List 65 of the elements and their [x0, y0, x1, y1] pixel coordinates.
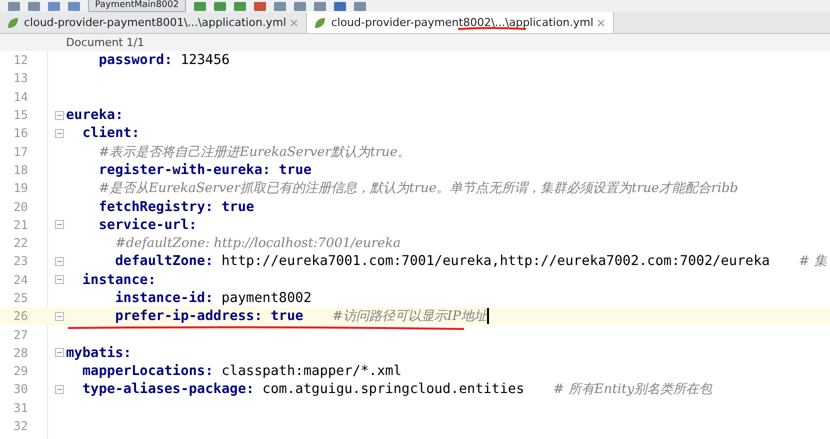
yaml-value: com.atguigu.springcloud.entities [262, 381, 524, 398]
line-number: 30 [12, 382, 29, 396]
line-number: 17 [12, 144, 29, 159]
breadcrumb: Document 1/1 [66, 36, 144, 49]
code-comment: # 所有Entity别名类所在包 [553, 381, 712, 398]
yaml-value: classpath:mapper/*.xml [221, 363, 402, 380]
fold-marker-icon[interactable] [54, 110, 64, 120]
yaml-key: client: [82, 125, 140, 142]
line-number: 31 [12, 400, 29, 415]
line-number: 21 [12, 218, 29, 232]
code-comment: #表示是否将自己注册进EurekaServer默认为true。 [98, 144, 411, 161]
yaml-key: mybatis: [66, 344, 132, 361]
yaml-key: instance-id: [115, 290, 214, 306]
fold-marker-icon[interactable] [54, 312, 64, 321]
yaml-key: service-url: [98, 216, 197, 233]
yaml-key: fetchRegistry: [98, 198, 214, 215]
line-number: 23 [12, 254, 29, 268]
fold-marker-icon[interactable] [54, 128, 64, 138]
fold-marker-icon[interactable] [54, 220, 64, 230]
line-number: 29 [12, 364, 29, 378]
line-number: 19 [12, 181, 29, 196]
yaml-value: 123456 [180, 52, 230, 68]
yaml-key: instance: [82, 272, 156, 288]
line-number: 27 [12, 328, 29, 342]
code-comment: # 集 [798, 253, 827, 270]
text-cursor [487, 308, 489, 324]
fold-marker-icon[interactable] [54, 275, 64, 284]
yaml-value: true [221, 198, 254, 215]
yaml-value: true [270, 308, 304, 324]
line-number: 24 [12, 272, 29, 287]
yaml-value: true [278, 162, 312, 178]
annotation-stroke [457, 27, 528, 31]
fold-marker-icon[interactable] [54, 348, 64, 358]
line-number: 16 [12, 126, 29, 140]
line-number: 22 [12, 236, 29, 250]
run-config-dropdown[interactable]: PaymentMain8002 [88, 0, 186, 12]
line-number: 26 [12, 309, 29, 324]
fold-marker-icon[interactable] [54, 384, 64, 394]
yaml-key: defaultZone: [115, 253, 214, 270]
code-comment: #是否从EurekaServer抓取已有的注册信息，默认为true。单节点无所谓，集群必须设置为true才能配合ribb [98, 180, 738, 198]
line-number: 18 [12, 162, 29, 177]
line-number: 13 [12, 71, 29, 86]
yaml-key: mapperLocations: [82, 363, 214, 380]
yaml-key: type-aliases-package: [82, 381, 254, 398]
code-comment: #defaultZone: http://localhost:7001/eureka [115, 236, 401, 251]
line-number: 14 [12, 90, 29, 104]
line-number: 20 [12, 200, 29, 214]
yaml-key: password: [98, 52, 172, 68]
close-icon[interactable] [597, 18, 606, 26]
yaml-value: payment8002 [221, 290, 312, 306]
yaml-key: prefer-ip-address: [115, 308, 262, 324]
line-number: 32 [12, 419, 29, 434]
fold-marker-icon[interactable] [54, 256, 64, 266]
line-number: 28 [12, 346, 29, 360]
close-icon[interactable] [290, 18, 298, 26]
editor-tab[interactable]: cloud-provider-payment8002\...\application.yml [307, 12, 614, 33]
yaml-key: eureka: [66, 107, 124, 124]
line-number: 25 [12, 291, 29, 305]
leaf-icon [313, 16, 328, 30]
leaf-icon [6, 16, 20, 30]
code-comment: #访问路径可以显示IP地址 [332, 308, 488, 326]
yaml-key: register-with-eureka: [98, 162, 271, 178]
line-number: 15 [12, 108, 29, 122]
yaml-value: http://eureka7001.com:7001/eureka,http://eureka7002.com:7002/eureka [221, 253, 770, 270]
line-number: 12 [12, 53, 29, 68]
